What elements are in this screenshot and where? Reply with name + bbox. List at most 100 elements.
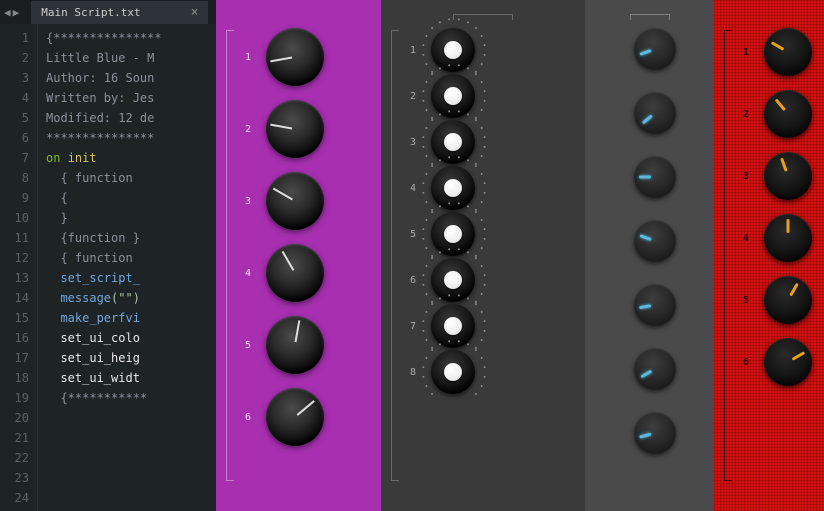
knob-pointer (641, 114, 652, 124)
knob[interactable] (764, 152, 812, 200)
code-line: set_ui_widt (46, 368, 216, 388)
knob-pointer (792, 351, 806, 361)
code-line: set_ui_heig (46, 348, 216, 368)
knob-label: 3 (240, 196, 256, 207)
code-line: { (46, 188, 216, 208)
line-number: 21 (0, 428, 29, 448)
line-number: 23 (0, 468, 29, 488)
knob[interactable] (634, 284, 676, 326)
knob-pointer (639, 433, 651, 439)
knob-label: 3 (405, 137, 421, 148)
knob-row: 5 (381, 212, 585, 256)
knob-row (585, 284, 714, 326)
knob-pointer (640, 370, 652, 379)
knob-panel-purple: 1 2 3 4 5 6 (216, 0, 381, 511)
code-line: *************** (46, 128, 216, 148)
code-line: Little Blue - M (46, 48, 216, 68)
knob[interactable] (634, 92, 676, 134)
knob-row: 6 (381, 258, 585, 302)
line-number: 14 (0, 288, 29, 308)
line-number: 4 (0, 88, 29, 108)
line-number: 17 (0, 348, 29, 368)
knob-row: 4 (216, 244, 381, 302)
knob-row: 5 (216, 316, 381, 374)
knob[interactable] (634, 412, 676, 454)
line-number: 13 (0, 268, 29, 288)
knob-row: 6 (714, 338, 824, 386)
line-number: 6 (0, 128, 29, 148)
code-line: Author: 16 Soun (46, 68, 216, 88)
knob[interactable] (764, 28, 812, 76)
line-number: 2 (0, 48, 29, 68)
knob[interactable] (764, 214, 812, 262)
knob-row: 5 (714, 276, 824, 324)
knob-label: 6 (405, 275, 421, 286)
knob-row: 3 (714, 152, 824, 200)
knob-row: 2 (216, 100, 381, 158)
knob[interactable] (266, 28, 324, 86)
knob[interactable] (266, 388, 324, 446)
knob-label: 6 (240, 412, 256, 423)
knob-label: 2 (738, 109, 754, 120)
knob-row: 4 (381, 166, 585, 210)
line-number: 11 (0, 228, 29, 248)
knob[interactable] (266, 316, 324, 374)
knob-row: 2 (381, 74, 585, 118)
editor-tab[interactable]: Main Script.txt × (31, 1, 208, 24)
knob-label: 4 (240, 268, 256, 279)
line-number: 20 (0, 408, 29, 428)
knob-row (585, 412, 714, 454)
knob[interactable] (266, 244, 324, 302)
knob[interactable] (266, 172, 324, 230)
code-line: { function (46, 168, 216, 188)
knob-row: 3 (216, 172, 381, 230)
knob[interactable] (431, 350, 475, 394)
knob-pointer (775, 98, 786, 111)
knob-cap (444, 225, 462, 243)
code-line: make_perfvi (46, 308, 216, 328)
line-number: 3 (0, 68, 29, 88)
knob[interactable] (764, 90, 812, 138)
knob-cap (444, 317, 462, 335)
knob-row: 1 (381, 28, 585, 72)
knob[interactable] (764, 338, 812, 386)
line-number: 8 (0, 168, 29, 188)
knob-pointer (639, 49, 651, 56)
knob[interactable] (266, 100, 324, 158)
knob[interactable] (634, 348, 676, 390)
knob-cap (444, 41, 462, 59)
code-content[interactable]: { *************** Little Blue - MAuthor: 1… (38, 24, 216, 511)
tab-bar: ◀ ▶ Main Script.txt × (0, 0, 216, 24)
knob-pointer (771, 41, 785, 51)
line-number: 9 (0, 188, 29, 208)
knob[interactable] (634, 220, 676, 262)
panel-top-bracket (630, 14, 670, 20)
code-area[interactable]: 123456789101112131415161718192021222324 … (0, 24, 216, 511)
line-number: 12 (0, 248, 29, 268)
knob-row (585, 92, 714, 134)
line-number: 15 (0, 308, 29, 328)
nav-forward-icon[interactable]: ▶ (13, 6, 20, 19)
knob-panel-dark: 12 3 45 6 78 (381, 0, 585, 511)
knob-pointer (789, 283, 799, 297)
knob-pointer (297, 400, 315, 416)
knob-row: 4 (714, 214, 824, 262)
line-number: 19 (0, 388, 29, 408)
line-number: 16 (0, 328, 29, 348)
knob-row: 7 (381, 304, 585, 348)
knob[interactable] (634, 156, 676, 198)
knob-cap (444, 179, 462, 197)
knob-pointer (638, 304, 650, 309)
close-icon[interactable]: × (191, 5, 199, 20)
knob-row (585, 156, 714, 198)
knob-label: 1 (240, 52, 256, 63)
line-number: 18 (0, 368, 29, 388)
code-line: {function } (46, 228, 216, 248)
knob-label: 6 (738, 357, 754, 368)
nav-back-icon[interactable]: ◀ (4, 6, 11, 19)
knob-row: 6 (216, 388, 381, 446)
knob[interactable] (634, 28, 676, 70)
knob-row: 8 (381, 350, 585, 394)
knob[interactable] (764, 276, 812, 324)
editor-panel: ◀ ▶ Main Script.txt × 123456789101112131… (0, 0, 216, 511)
